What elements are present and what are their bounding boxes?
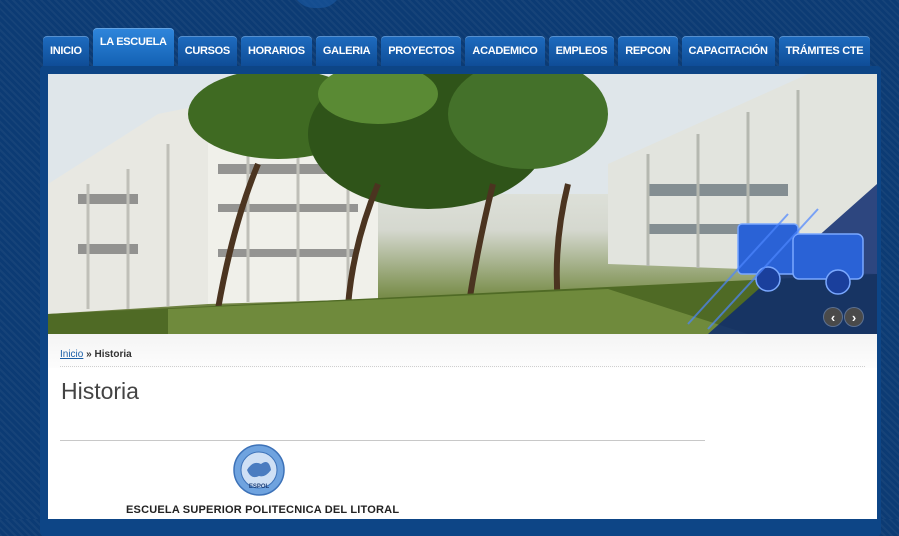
content-panel: Inicio » Historia Historia ESPOL ESCUELA…	[48, 334, 877, 519]
tab-inicio[interactable]: INICIO	[43, 36, 89, 66]
tab-horarios[interactable]: HORARIOS	[240, 36, 312, 66]
breadcrumb: Inicio » Historia	[60, 349, 132, 360]
seal-text: ESPOL	[249, 484, 270, 490]
main-navigation: INICIO LA ESCUELA CURSOS HORARIOS GALERI…	[43, 28, 871, 66]
espol-seal-logo: ESPOL	[233, 444, 285, 496]
breadcrumb-divider	[60, 366, 865, 367]
tab-capacitacion[interactable]: CAPACITACIÓN	[681, 36, 775, 66]
tab-proyectos[interactable]: PROYECTOS	[381, 36, 462, 66]
breadcrumb-bar: Inicio » Historia	[48, 334, 877, 368]
tab-galeria[interactable]: GALERIA	[315, 36, 378, 66]
tab-cursos[interactable]: CURSOS	[177, 36, 237, 66]
breadcrumb-current: Historia	[94, 349, 132, 360]
content-divider	[60, 440, 705, 441]
breadcrumb-home-link[interactable]: Inicio	[60, 349, 83, 360]
slider-prev-button[interactable]: ‹	[824, 308, 842, 326]
header-logo-fragment	[292, 0, 342, 8]
campus-scene-illustration	[48, 74, 877, 334]
hero-slider-image	[48, 74, 877, 334]
tab-tramites-cte[interactable]: TRÁMITES CTE	[778, 36, 871, 66]
tab-la-escuela[interactable]: LA ESCUELA	[92, 28, 174, 66]
tab-academico[interactable]: ACADEMICO	[465, 36, 545, 66]
slider-next-button[interactable]: ›	[845, 308, 863, 326]
breadcrumb-separator: »	[83, 349, 95, 360]
tab-repcon[interactable]: REPCON	[618, 36, 678, 66]
page-title: Historia	[61, 378, 139, 404]
institution-name: ESCUELA SUPERIOR POLITECNICA DEL LITORAL	[126, 504, 400, 516]
tab-empleos[interactable]: EMPLEOS	[548, 36, 615, 66]
